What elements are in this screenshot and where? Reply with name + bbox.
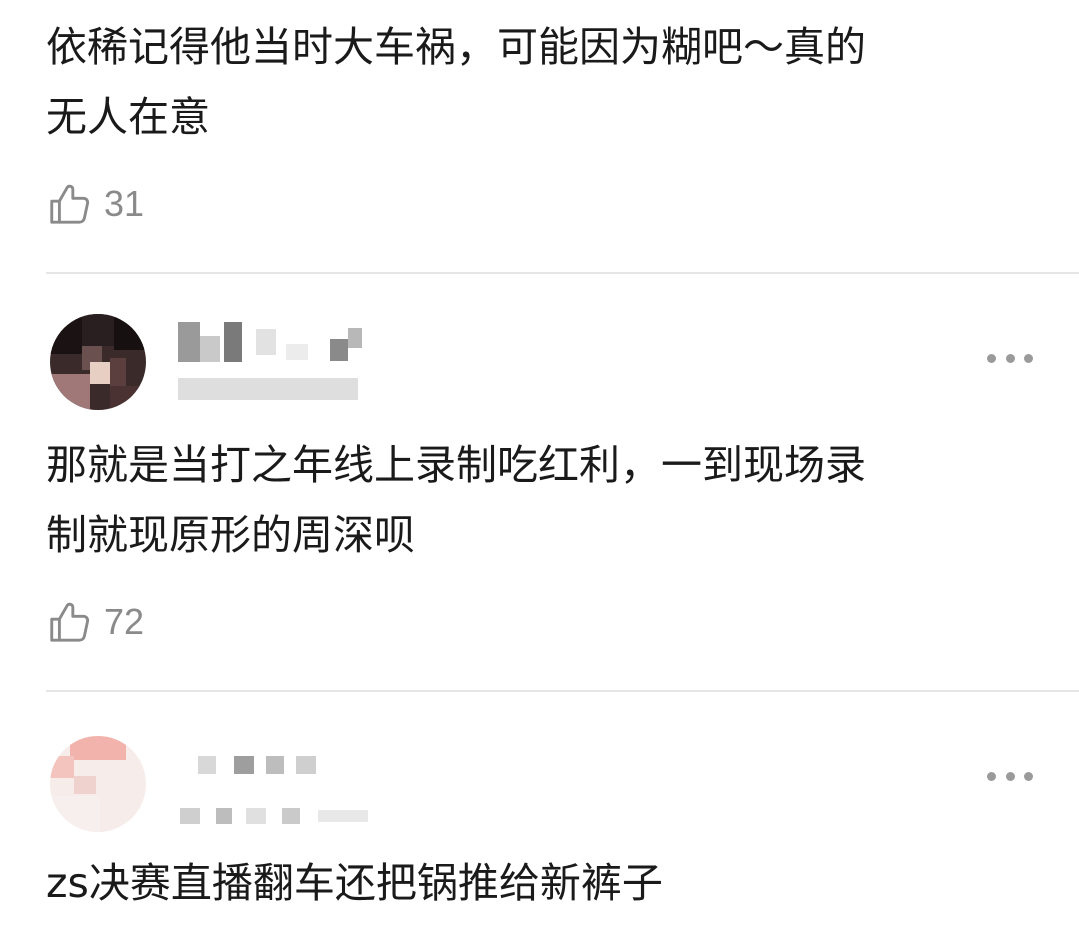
divider — [46, 272, 1079, 274]
name-pixel — [198, 756, 216, 774]
username[interactable] — [178, 322, 362, 362]
name-pixel — [200, 336, 220, 362]
meta-pixel — [318, 810, 368, 822]
avatar-pixel — [50, 374, 90, 410]
username[interactable] — [198, 756, 316, 774]
comment-text-line: 依稀记得他当时大车祸，可能因为糊吧～真的 — [46, 23, 866, 71]
comment-text-line: 无人在意 — [46, 93, 210, 141]
name-pixel — [234, 756, 254, 774]
like-count: 72 — [104, 601, 145, 642]
more-options-button[interactable] — [987, 346, 1033, 370]
comment-feed: 依稀记得他当时大车祸，可能因为糊吧～真的 无人在意 31 那就是当打之年线上录制… — [0, 0, 1079, 936]
avatar-pixel — [110, 358, 126, 386]
more-options-button[interactable] — [987, 764, 1033, 788]
comment-text-line: zs决赛直播翻车还把锅推给新裤子 — [46, 859, 663, 907]
comment-text-line: 那就是当打之年线上录制吃红利，一到现场录 — [46, 441, 866, 489]
like-button[interactable]: 72 — [46, 596, 144, 648]
comment-text: zs决赛直播翻车还把锅推给新裤子 — [46, 848, 1036, 918]
comment-text-line: 制就现原形的周深呗 — [46, 511, 415, 559]
user-meta — [180, 808, 368, 824]
more-dots-icon — [987, 771, 996, 781]
like-count: 31 — [104, 183, 145, 224]
like-button[interactable]: 31 — [46, 178, 144, 230]
name-pixel — [330, 339, 348, 361]
more-dots-icon — [1024, 353, 1033, 363]
thumbs-up-icon — [50, 602, 90, 642]
name-pixel — [178, 322, 200, 362]
thumbs-up-icon — [50, 184, 90, 224]
avatar[interactable] — [50, 736, 146, 832]
avatar[interactable] — [50, 314, 146, 410]
comment-text: 那就是当打之年线上录制吃红利，一到现场录 制就现原形的周深呗 — [46, 430, 1036, 570]
avatar-pixel — [74, 776, 96, 794]
avatar-pixel — [90, 362, 110, 384]
more-dots-icon — [1024, 771, 1033, 781]
user-meta — [178, 378, 358, 400]
more-dots-icon — [1005, 353, 1015, 363]
meta-pixel — [178, 378, 358, 400]
avatar-pixel — [50, 756, 74, 778]
divider — [46, 690, 1079, 692]
avatar-pixel — [50, 796, 100, 832]
name-pixel — [296, 756, 316, 774]
comment-text: 依稀记得他当时大车祸，可能因为糊吧～真的 无人在意 — [46, 12, 1036, 152]
meta-pixel — [246, 808, 266, 824]
more-dots-icon — [987, 353, 996, 363]
avatar-pixel — [50, 314, 82, 354]
avatar-pixel — [70, 736, 126, 760]
name-pixel — [256, 329, 276, 355]
avatar-pixel — [82, 314, 114, 346]
meta-pixel — [282, 808, 300, 824]
avatar-pixel — [114, 314, 146, 350]
avatar-pixel — [110, 386, 146, 410]
more-dots-icon — [1005, 771, 1015, 781]
name-pixel — [286, 344, 308, 360]
meta-pixel — [180, 808, 200, 824]
meta-pixel — [216, 808, 232, 824]
name-pixel — [224, 322, 242, 362]
name-pixel — [266, 756, 284, 774]
name-pixel — [348, 328, 362, 348]
